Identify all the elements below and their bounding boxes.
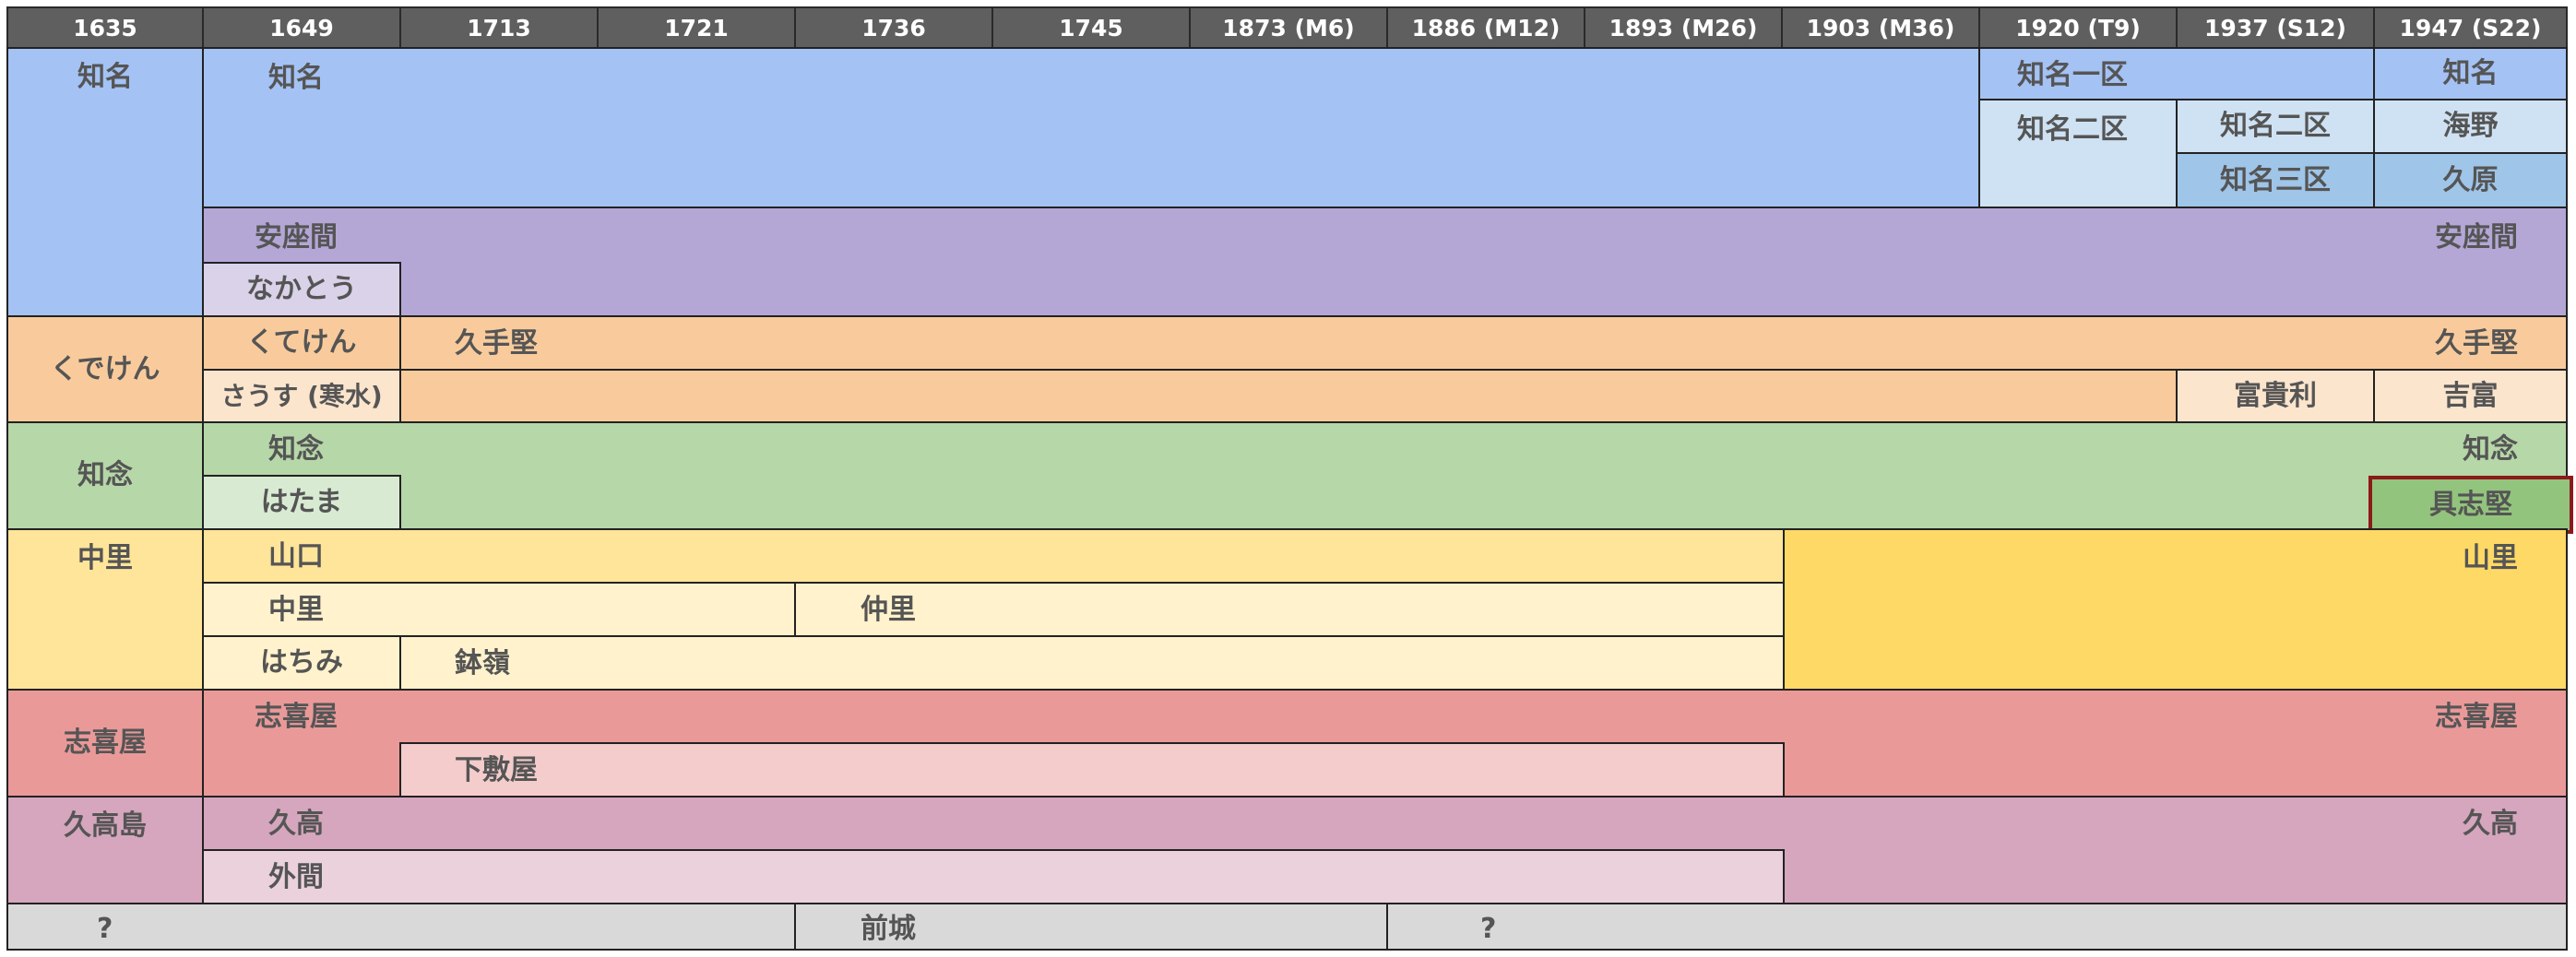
row-label-end: 久手堅 <box>2435 327 2518 360</box>
group-nakazato: 中里 <box>6 528 204 691</box>
cell-chinen-na-end: 知名 <box>2373 47 2568 100</box>
header-year-1721: 1721 <box>597 6 796 49</box>
group-chinen: 知念 <box>6 421 204 530</box>
row-label-end: 久高 <box>2463 808 2518 840</box>
lineage-table: 1635 1649 1713 1721 1736 1745 1873 (M6) … <box>6 6 2573 951</box>
cell-chinen-na-2ku: 知名二区 <box>1978 99 2178 208</box>
row-chinen: 知念 知念 <box>202 421 2568 530</box>
cell-label: 久原 <box>2442 163 2499 196</box>
cell-unknown-1: ? <box>6 903 796 951</box>
cell-chinen-na-3ku: 知名三区 <box>2176 152 2375 208</box>
cell-kubara: 久原 <box>2373 152 2568 208</box>
cell-label: 富貴利 <box>2234 379 2317 412</box>
cell-chinen-na-2ku-b: 知名二区 <box>2176 99 2375 154</box>
cell-label: 海野 <box>2442 110 2499 142</box>
cell-nakazato: 中里 <box>202 582 796 637</box>
cell-hatama: はたま <box>202 475 401 530</box>
row-label: 知名 <box>268 62 324 94</box>
header-year-1920: 1920 (T9) <box>1978 6 2178 49</box>
row-label: 久高 <box>268 808 324 840</box>
cell-gushiken[interactable]: 具志堅 <box>2368 476 2573 534</box>
row-yamaguchi: 山口 <box>202 528 1785 584</box>
header-year-1947: 1947 (S22) <box>2373 6 2568 49</box>
cell-label: 知名三区 <box>2220 163 2331 196</box>
row-label: 安座間 <box>255 221 338 254</box>
row-label: 志喜屋 <box>255 701 338 733</box>
header-year-1736: 1736 <box>794 6 993 49</box>
cell-label: はちみ <box>260 646 343 679</box>
row-label: 久手堅 <box>455 327 538 360</box>
header-year-1873: 1873 (M6) <box>1189 6 1388 49</box>
cell-unknown-2: ? <box>1386 903 2568 951</box>
cell-label: さうす (寒水) <box>220 380 383 411</box>
row-label-end: 安座間 <box>2435 221 2518 254</box>
cell-label: 中里 <box>268 594 324 626</box>
cell-label: 知名 <box>2442 57 2499 89</box>
group-kudakajima: 久高島 <box>6 796 204 904</box>
cell-label: 山里 <box>2463 542 2518 574</box>
cell-hachimi: はちみ <box>202 635 401 691</box>
cell-nakazato2: 仲里 <box>794 582 1785 637</box>
cell-label: 鉢嶺 <box>455 647 510 679</box>
cell-sausu: さうす (寒水) <box>202 369 401 423</box>
cell-label: なかとう <box>246 273 357 305</box>
cell-label: ? <box>1480 913 1497 945</box>
group-label: くでけん <box>50 352 160 385</box>
cell-label: 前城 <box>861 913 916 945</box>
group-shikiya: 志喜屋 <box>6 689 204 798</box>
cell-umino: 海野 <box>2373 99 2568 154</box>
header-year-1713: 1713 <box>399 6 599 49</box>
cell-nakatou: なかとう <box>202 262 401 317</box>
group-chinen-na: 知名 <box>6 47 204 317</box>
cell-label: 知名一区 <box>2017 59 2128 91</box>
row-chinen-na: 知名 <box>202 47 1980 208</box>
header-year-1635: 1635 <box>6 6 204 49</box>
cell-label: 吉富 <box>2442 379 2499 412</box>
cell-label: 外間 <box>268 861 324 893</box>
cell-label: はたま <box>260 486 343 518</box>
header-year-1745: 1745 <box>991 6 1191 49</box>
group-label: 知念 <box>77 459 133 491</box>
cell-kuteken: くてけん <box>202 315 401 371</box>
row-kudeken: 久手堅 久手堅 <box>202 315 2568 371</box>
header-year-1649: 1649 <box>202 6 401 49</box>
header-year-1903: 1903 (M36) <box>1781 6 1980 49</box>
cell-maegusuku: 前城 <box>794 903 1388 951</box>
cell-yamazato: 山里 <box>1783 528 2568 691</box>
group-label: 久高島 <box>64 809 147 842</box>
row-label: 知念 <box>268 433 324 466</box>
cell-label: 下敷屋 <box>455 754 538 786</box>
cell-shimoshikiya: 下敷屋 <box>399 742 1785 798</box>
cell-label: 具志堅 <box>2429 488 2512 521</box>
header-year-1886: 1886 (M12) <box>1386 6 1585 49</box>
group-kudeken: くでけん <box>6 315 204 423</box>
cell-yoshitomi: 吉富 <box>2373 369 2568 423</box>
cell-label: 知名二区 <box>2017 113 2128 146</box>
cell-hachimine: 鉢嶺 <box>399 635 1785 691</box>
group-label: 中里 <box>77 542 133 574</box>
cell-chinen-na-1ku: 知名一区 <box>1978 47 2375 100</box>
cell-label: くてけん <box>246 326 357 359</box>
group-label: 志喜屋 <box>64 727 147 759</box>
cell-fukiri: 富貴利 <box>2176 369 2375 423</box>
row-azama: 安座間 安座間 <box>202 207 2568 317</box>
cell-hokama: 外間 <box>202 849 1785 904</box>
header-year-1937: 1937 (S12) <box>2176 6 2375 49</box>
row-label-end: 志喜屋 <box>2435 701 2518 733</box>
row-label: 山口 <box>268 540 324 573</box>
cell-label: ? <box>97 913 113 945</box>
row-label-end: 知念 <box>2463 433 2518 466</box>
header-year-1893: 1893 (M26) <box>1584 6 1783 49</box>
cell-label: 仲里 <box>861 594 916 626</box>
cell-label: 知名二区 <box>2220 110 2331 142</box>
